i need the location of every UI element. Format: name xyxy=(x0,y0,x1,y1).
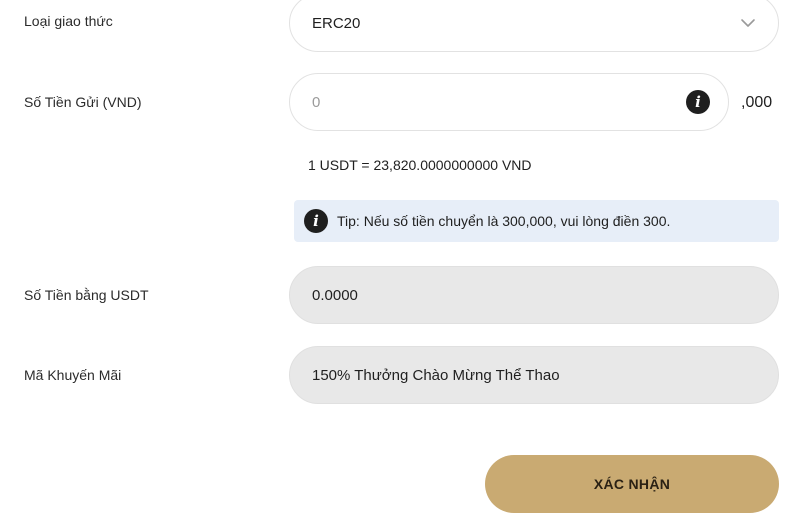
promo-code-value: 150% Thưởng Chào Mừng Thể Thao xyxy=(312,366,560,384)
promo-code-field[interactable]: 150% Thưởng Chào Mừng Thể Thao xyxy=(289,346,779,404)
deposit-amount-placeholder: 0 xyxy=(312,93,321,111)
tip-banner: i Tip: Nếu số tiền chuyển là 300,000, vu… xyxy=(294,200,779,242)
tip-text: Tip: Nếu số tiền chuyển là 300,000, vui … xyxy=(337,213,671,229)
confirm-button-label: XÁC NHẬN xyxy=(593,476,671,492)
protocol-select[interactable]: ERC20 xyxy=(289,0,779,52)
exchange-rate-text: 1 USDT = 23,820.0000000000 VND xyxy=(308,157,532,173)
info-icon: i xyxy=(304,209,328,233)
info-icon[interactable]: i xyxy=(686,90,710,114)
deposit-amount-label: Số Tiền Gửi (VND) xyxy=(24,94,142,110)
protocol-selected-value: ERC20 xyxy=(312,14,361,32)
deposit-amount-suffix: ,000 xyxy=(741,94,773,111)
usdt-amount-value: 0.0000 xyxy=(312,286,358,304)
deposit-amount-input[interactable]: 0 i xyxy=(289,73,729,131)
protocol-label: Loại giao thức xyxy=(24,13,113,29)
usdt-amount-label: Số Tiền bằng USDT xyxy=(24,287,149,303)
promo-code-label: Mã Khuyến Mãi xyxy=(24,367,122,383)
confirm-button[interactable]: XÁC NHẬN xyxy=(485,455,779,513)
usdt-amount-field: 0.0000 xyxy=(289,266,779,324)
chevron-down-icon xyxy=(741,19,755,27)
